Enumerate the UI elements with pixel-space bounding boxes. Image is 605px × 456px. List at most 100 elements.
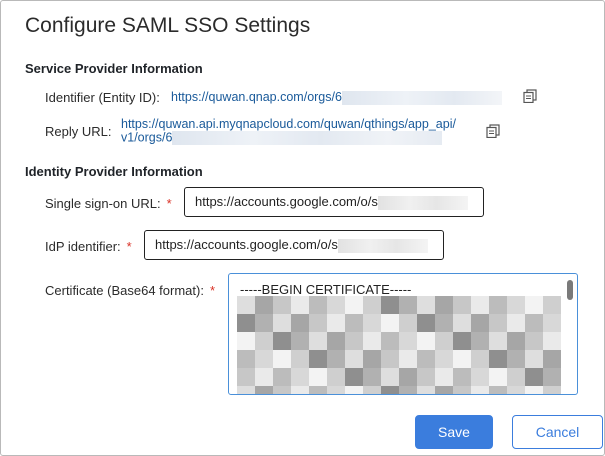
redacted-pixel xyxy=(525,332,543,350)
redacted-block xyxy=(341,90,502,105)
redacted-pixel xyxy=(435,332,453,350)
sso-url-value: https://accounts.google.com/o/s xyxy=(195,194,378,209)
redacted-pixel xyxy=(399,350,417,368)
redacted-pixel xyxy=(399,296,417,314)
redacted-pixel xyxy=(381,350,399,368)
redacted-pixel xyxy=(507,296,525,314)
redacted-pixel xyxy=(273,368,291,386)
redacted-pixel xyxy=(453,386,471,394)
copy-icon[interactable] xyxy=(486,124,500,139)
certificate-label-text: Certificate (Base64 format): xyxy=(45,283,204,298)
idp-identifier-input[interactable]: https://accounts.google.com/o/s xyxy=(144,230,444,260)
redacted-pixel xyxy=(291,350,309,368)
redacted-pixel xyxy=(543,350,561,368)
redacted-pixel xyxy=(453,350,471,368)
redacted-pixel xyxy=(363,350,381,368)
textarea-scrollbar[interactable] xyxy=(567,280,573,300)
redacted-pixel xyxy=(273,350,291,368)
redacted-pixel xyxy=(237,332,255,350)
reply-url-value[interactable]: https://quwan.api.myqnapcloud.com/quwan/… xyxy=(121,118,501,145)
redacted-pixel xyxy=(453,332,471,350)
identifier-value[interactable]: https://quwan.qnap.com/orgs/6 xyxy=(171,90,502,105)
redacted-pixel xyxy=(471,332,489,350)
redacted-pixel xyxy=(291,386,309,394)
redacted-pixel xyxy=(291,296,309,314)
redacted-pixel xyxy=(489,368,507,386)
redacted-pixel xyxy=(507,332,525,350)
sp-section-heading: Service Provider Information xyxy=(25,61,203,76)
redacted-pixel xyxy=(453,296,471,314)
redacted-pixel xyxy=(489,296,507,314)
redacted-pixel xyxy=(327,296,345,314)
redacted-pixel xyxy=(363,314,381,332)
idp-identifier-label-text: IdP identifier: xyxy=(45,239,121,254)
redacted-pixel xyxy=(237,296,255,314)
redacted-pixel xyxy=(309,314,327,332)
redacted-pixel xyxy=(273,314,291,332)
redacted-pixel xyxy=(327,314,345,332)
redacted-pixel xyxy=(237,368,255,386)
redacted-pixel xyxy=(507,386,525,394)
identifier-label: Identifier (Entity ID): xyxy=(45,90,160,105)
redacted-pixel xyxy=(237,386,255,394)
sso-url-input[interactable]: https://accounts.google.com/o/s xyxy=(184,187,484,217)
redacted-pixel xyxy=(345,350,363,368)
idp-section-heading: Identity Provider Information xyxy=(25,164,203,179)
idp-identifier-value: https://accounts.google.com/o/s xyxy=(155,237,338,252)
copy-icon[interactable] xyxy=(523,89,537,104)
redacted-pixel xyxy=(327,350,345,368)
sso-url-label: Single sign-on URL: * xyxy=(45,196,172,211)
idp-identifier-label: IdP identifier: * xyxy=(45,239,132,254)
cancel-button[interactable]: Cancel xyxy=(512,415,603,449)
redacted-pixel xyxy=(525,386,543,394)
redacted-pixel xyxy=(453,314,471,332)
redacted-pixel xyxy=(255,332,273,350)
redacted-pixel xyxy=(417,314,435,332)
certificate-header-text: -----BEGIN CERTIFICATE----- xyxy=(240,282,412,297)
redacted-pixel xyxy=(327,386,345,394)
redacted-pixel xyxy=(435,350,453,368)
redacted-pixel xyxy=(417,296,435,314)
redacted-pixel xyxy=(399,314,417,332)
redacted-pixel xyxy=(309,296,327,314)
dialog-title: Configure SAML SSO Settings xyxy=(25,14,311,37)
reply-url-line1: https://quwan.api.myqnapcloud.com/quwan/… xyxy=(121,117,456,131)
redacted-pixel xyxy=(543,314,561,332)
redacted-pixel xyxy=(273,332,291,350)
redacted-pixel xyxy=(417,386,435,394)
redacted-pixel xyxy=(489,350,507,368)
redacted-pixel xyxy=(291,332,309,350)
redacted-pixel xyxy=(237,314,255,332)
redacted-pixel xyxy=(381,386,399,394)
redacted-pixel xyxy=(273,386,291,394)
redacted-pixel xyxy=(363,386,381,394)
redacted-pixel xyxy=(471,314,489,332)
redacted-pixel xyxy=(435,314,453,332)
redacted-pixel xyxy=(255,368,273,386)
reply-url-line2: v1/orgs/6 xyxy=(121,130,173,145)
redacted-pixel xyxy=(435,368,453,386)
redacted-pixel xyxy=(417,368,435,386)
required-marker: * xyxy=(126,239,132,254)
redacted-pixel xyxy=(291,368,309,386)
redacted-pixel xyxy=(327,368,345,386)
required-marker: * xyxy=(166,196,172,211)
redacted-block xyxy=(337,238,428,253)
redacted-pixel xyxy=(543,332,561,350)
redacted-pixel xyxy=(507,314,525,332)
redacted-pixel xyxy=(345,332,363,350)
redacted-pixel xyxy=(345,296,363,314)
redacted-certificate-body xyxy=(237,296,561,394)
certificate-textarea[interactable]: -----BEGIN CERTIFICATE----- xyxy=(228,273,578,395)
redacted-pixel xyxy=(471,296,489,314)
redacted-block xyxy=(172,131,443,145)
redacted-pixel xyxy=(363,368,381,386)
redacted-pixel xyxy=(489,386,507,394)
save-button[interactable]: Save xyxy=(415,415,493,449)
redacted-block xyxy=(377,195,468,210)
redacted-pixel xyxy=(363,296,381,314)
redacted-pixel xyxy=(471,386,489,394)
required-marker: * xyxy=(209,283,216,298)
redacted-pixel xyxy=(435,386,453,394)
redacted-pixel xyxy=(435,296,453,314)
